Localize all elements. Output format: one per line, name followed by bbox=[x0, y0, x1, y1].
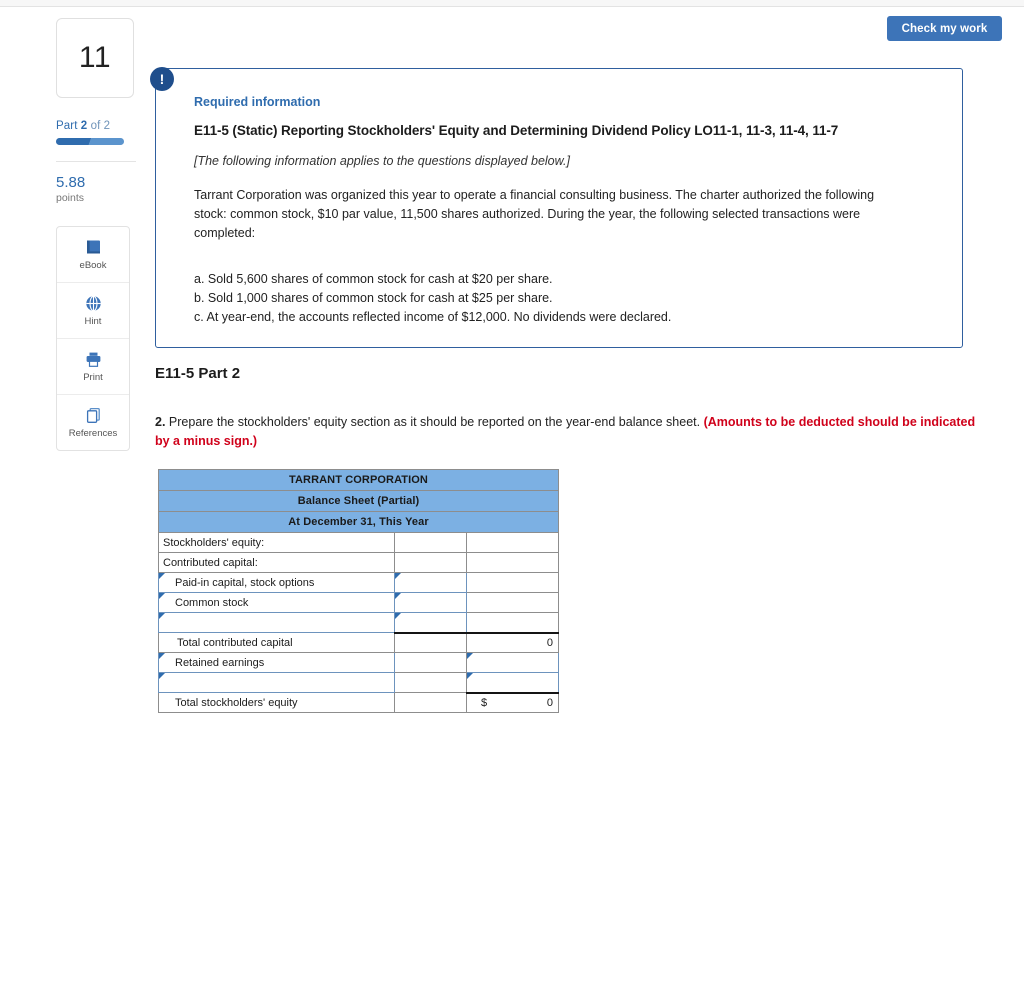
currency-symbol: $ bbox=[481, 696, 488, 709]
part-indicator: Part 2 of 2 bbox=[56, 120, 136, 132]
exercise-title: E11-5 (Static) Reporting Stockholders' E… bbox=[194, 123, 839, 138]
row-col-c-input[interactable] bbox=[466, 652, 559, 673]
required-information-panel: Required information E11-5 (Static) Repo… bbox=[155, 68, 963, 348]
references-tool-button[interactable]: References bbox=[57, 395, 129, 450]
question-number: 11 bbox=[78, 41, 112, 74]
instruction-number: 2. bbox=[155, 415, 166, 429]
part-heading: E11-5 Part 2 bbox=[155, 365, 241, 382]
worksheet-header-row: Balance Sheet (Partial) bbox=[158, 490, 559, 512]
table-row: Total stockholders' equity $0 bbox=[158, 691, 559, 713]
ebook-tool-button[interactable]: eBook bbox=[57, 227, 129, 283]
instruction-text: Prepare the stockholders' equity section… bbox=[165, 415, 704, 429]
worksheet-period: At December 31, This Year bbox=[158, 511, 559, 533]
rail-divider bbox=[56, 161, 136, 162]
row-col-c bbox=[466, 532, 559, 553]
worksheet-company-name: TARRANT CORPORATION bbox=[158, 469, 559, 491]
worksheet-header-row: At December 31, This Year bbox=[158, 511, 559, 533]
row-label-dropdown[interactable]: Common stock bbox=[158, 592, 395, 613]
print-tool-button[interactable]: Print bbox=[57, 339, 129, 395]
row-col-b bbox=[394, 532, 467, 553]
table-row: Retained earnings bbox=[158, 652, 559, 673]
row-col-c-input[interactable] bbox=[466, 672, 559, 693]
row-col-b-input[interactable] bbox=[394, 572, 467, 593]
question-rail: 11 Part 2 of 2 5.88 points eBook Hint Pr… bbox=[56, 18, 136, 451]
row-col-b bbox=[394, 652, 467, 673]
question-number-box: 11 bbox=[56, 18, 134, 98]
points-value: 5.88 bbox=[56, 174, 86, 191]
row-col-c bbox=[466, 592, 559, 613]
progress-segment-completed bbox=[56, 138, 92, 145]
table-row: Stockholders' equity: bbox=[158, 532, 559, 553]
transaction-item: b. Sold 1,000 shares of common stock for… bbox=[194, 291, 553, 306]
row-col-c bbox=[466, 552, 559, 573]
row-label: Stockholders' equity: bbox=[158, 532, 395, 553]
check-my-work-button[interactable]: Check my work bbox=[887, 16, 1002, 41]
points-label: points bbox=[56, 192, 85, 204]
row-col-c-total: 0 bbox=[466, 631, 559, 653]
table-row: Paid-in capital, stock options bbox=[158, 572, 559, 593]
print-tool-label: Print bbox=[83, 372, 103, 383]
row-label: Total contributed capital bbox=[158, 632, 395, 653]
row-col-b-input[interactable] bbox=[394, 612, 467, 633]
scenario-body: Tarrant Corporation was organized this y… bbox=[194, 188, 875, 240]
references-tool-label: References bbox=[68, 428, 118, 439]
part-current-value: 2 bbox=[80, 120, 88, 132]
page-top-divider bbox=[0, 0, 1024, 7]
table-row bbox=[158, 672, 559, 693]
row-label-dropdown[interactable]: Retained earnings bbox=[158, 652, 395, 673]
required-info-badge-icon: ! bbox=[150, 67, 174, 91]
printer-icon bbox=[84, 350, 103, 369]
row-col-c bbox=[466, 572, 559, 593]
balance-sheet-worksheet: TARRANT CORPORATION Balance Sheet (Parti… bbox=[158, 469, 559, 713]
row-col-b bbox=[394, 672, 467, 693]
transaction-item: a. Sold 5,600 shares of common stock for… bbox=[194, 272, 553, 287]
row-label-dropdown[interactable] bbox=[158, 672, 395, 693]
tools-panel: eBook Hint Print References bbox=[56, 226, 130, 451]
table-row: Contributed capital: bbox=[158, 552, 559, 573]
row-col-b-input[interactable] bbox=[394, 592, 467, 613]
copy-pages-icon bbox=[84, 406, 103, 425]
row-col-c bbox=[466, 612, 559, 633]
hint-tool-label: Hint bbox=[84, 316, 102, 327]
row-label-dropdown[interactable] bbox=[158, 612, 395, 633]
row-label-dropdown[interactable]: Paid-in capital, stock options bbox=[158, 572, 395, 593]
globe-icon bbox=[84, 294, 103, 313]
grand-total-value: 0 bbox=[546, 696, 553, 709]
part-progress-bar bbox=[56, 138, 124, 145]
applies-note: [The following information applies to th… bbox=[194, 154, 570, 168]
row-label: Total stockholders' equity bbox=[158, 692, 395, 713]
part-total-label: of 2 bbox=[90, 120, 111, 132]
row-col-b bbox=[394, 552, 467, 573]
transaction-item: c. At year-end, the accounts reflected i… bbox=[194, 310, 672, 325]
row-col-b bbox=[394, 631, 467, 653]
progress-segment-current bbox=[88, 138, 124, 145]
required-information-kicker: Required information bbox=[194, 95, 321, 109]
table-row: Common stock bbox=[158, 592, 559, 613]
row-col-c-grand-total: $0 bbox=[466, 691, 559, 713]
part-prefix-label: Part bbox=[56, 120, 78, 132]
hint-tool-button[interactable]: Hint bbox=[57, 283, 129, 339]
row-col-b bbox=[394, 692, 467, 713]
transactions-list: a. Sold 5,600 shares of common stock for… bbox=[194, 270, 928, 327]
table-row bbox=[158, 612, 559, 633]
ebook-tool-label: eBook bbox=[79, 260, 107, 271]
row-label: Contributed capital: bbox=[158, 552, 395, 573]
worksheet-statement-name: Balance Sheet (Partial) bbox=[158, 490, 559, 512]
question-instruction: 2. Prepare the stockholders' equity sect… bbox=[155, 413, 985, 452]
table-row: Total contributed capital 0 bbox=[158, 631, 559, 653]
worksheet-header-row: TARRANT CORPORATION bbox=[158, 469, 559, 491]
book-icon bbox=[84, 238, 103, 257]
